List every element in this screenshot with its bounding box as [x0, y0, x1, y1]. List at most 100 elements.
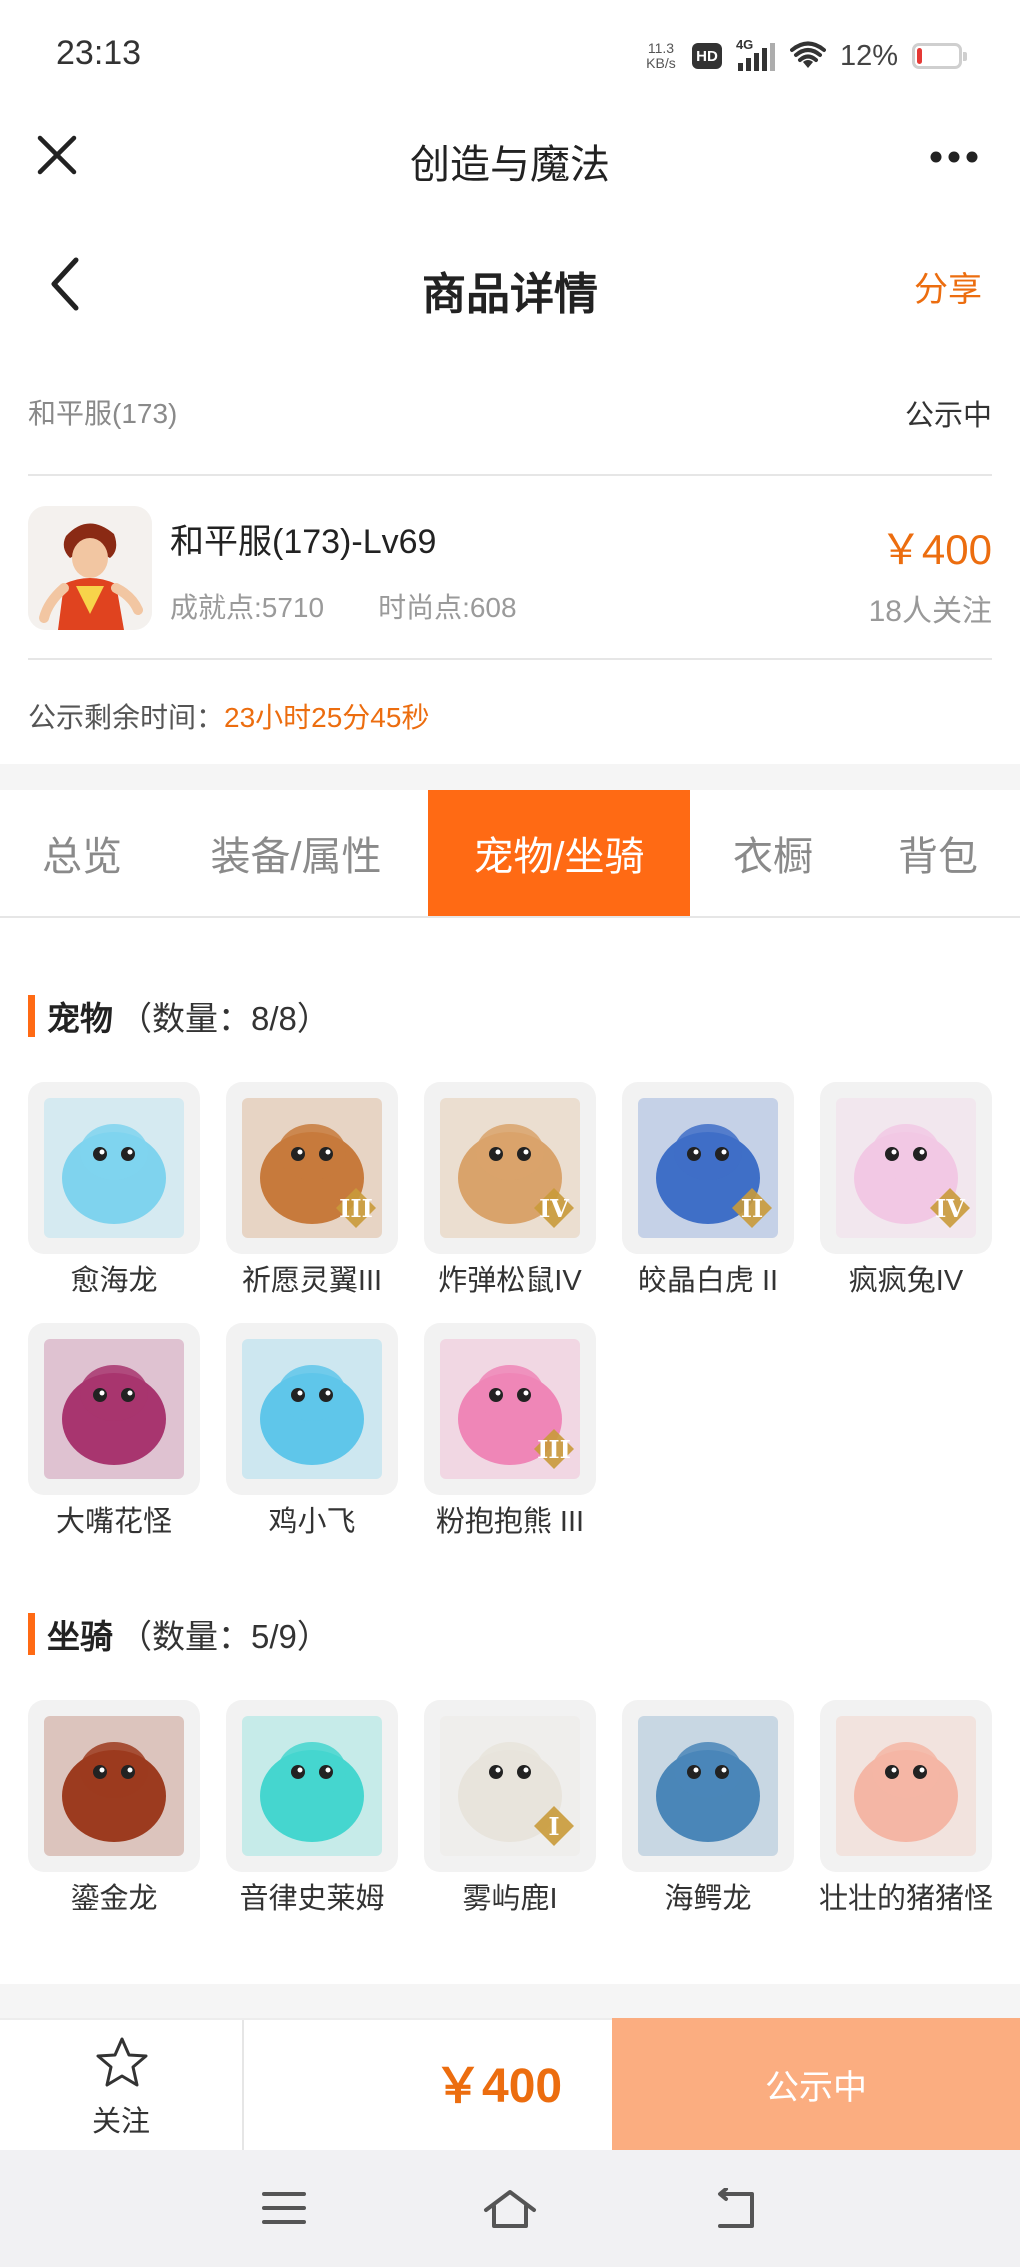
mounts-title: 坐骑 [47, 1618, 113, 1655]
pet-name: 鸡小飞 [268, 1506, 356, 1538]
svg-text:IV: IV [935, 1194, 965, 1223]
more-icon[interactable] [928, 142, 980, 172]
pet-item[interactable]: II 皎晶白虎 II [622, 1082, 794, 1302]
pet-name: 祈愿灵翼III [241, 1265, 383, 1297]
share-button[interactable]: 分享 [914, 262, 982, 311]
status-icons: 11.3 KB/s HD 4G 12% [644, 36, 967, 76]
status-time: 23:13 [56, 34, 142, 72]
tab-pets-mounts[interactable]: 宠物/坐骑 [428, 790, 690, 916]
mount-name: 海鳄龙 [664, 1883, 752, 1915]
pet-thumbnail: III [226, 1082, 398, 1254]
pet-item[interactable]: IV 炸弹松鼠IV [424, 1082, 596, 1302]
countdown: 公示剩余时间：23小时25分45秒 [28, 696, 429, 736]
mount-thumbnail [28, 1700, 200, 1872]
app-bar: 创造与魔法 商品详情 分享 [0, 110, 1020, 319]
pets-section-title: 宠物 （数量：8/8） [28, 994, 330, 1038]
battery-percent: 12% [839, 39, 898, 72]
network-speed: 11.3 KB/s [644, 41, 678, 71]
mount-item[interactable]: 音律史莱姆 [226, 1700, 398, 1920]
mount-thumbnail [226, 1700, 398, 1872]
back-nav-icon[interactable] [712, 2188, 760, 2230]
pet-thumbnail: II [622, 1082, 794, 1254]
svg-text:III: III [339, 1194, 373, 1223]
pet-item[interactable]: III 粉抱抱熊 III [424, 1323, 596, 1543]
follower-count: 18人关注 [868, 595, 992, 628]
tab-overview[interactable]: 总览 [0, 790, 164, 916]
divider [242, 2020, 244, 2150]
mount-thumbnail [622, 1700, 794, 1872]
product-card[interactable]: 和平服(173)-Lv69 成就点:5710 时尚点:608 ￥400 18人关注 [28, 506, 992, 632]
section-gap [0, 764, 1020, 790]
star-icon [96, 2037, 148, 2087]
pet-thumbnail: IV [424, 1082, 596, 1254]
divider [28, 474, 992, 476]
achievement-points: 成就点:5710 [170, 592, 325, 623]
network-type: 4G [735, 37, 754, 52]
battery-level [917, 48, 923, 64]
server-name: 和平服(173) [28, 398, 178, 429]
mount-item[interactable]: 海鳄龙 [622, 1700, 794, 1920]
mount-name: 雾屿鹿I [462, 1883, 558, 1915]
character-avatar [28, 506, 152, 630]
mount-item[interactable]: 壮壮的猪猪怪 [819, 1700, 993, 1920]
menu-icon[interactable] [262, 2188, 306, 2228]
pets-count: （数量：8/8） [119, 1000, 330, 1037]
pet-name: 大嘴花怪 [55, 1506, 172, 1538]
bottom-price: ￥400 [434, 2060, 563, 2113]
svg-text:II: II [741, 1194, 763, 1223]
follow-button[interactable]: 关注 [0, 2020, 242, 2150]
product-price: ￥400 [879, 526, 992, 573]
tab-backpack[interactable]: 背包 [856, 790, 1020, 916]
pet-thumbnail: III [424, 1323, 596, 1495]
status-bar: 23:13 11.3 KB/s HD 4G 12% [0, 0, 1020, 110]
mount-thumbnail [820, 1700, 992, 1872]
network-speed-value: 11.3 [647, 40, 675, 56]
pet-thumbnail [226, 1323, 398, 1495]
fashion-points: 时尚点:608 [378, 592, 517, 623]
pet-item[interactable]: 大嘴花怪 [28, 1323, 200, 1543]
pet-item[interactable]: IV 疯疯兔IV [820, 1082, 992, 1302]
mounts-section-title: 坐骑 （数量：5/9） [28, 1612, 330, 1656]
svg-text:III: III [537, 1435, 571, 1464]
pet-thumbnail: IV [820, 1082, 992, 1254]
pet-name: 皎晶白虎 II [637, 1265, 779, 1297]
product-name: 和平服(173)-Lv69 [170, 523, 437, 561]
section-accent [28, 1613, 35, 1655]
tab-bar: 总览 装备/属性 宠物/坐骑 衣橱 背包 [0, 790, 1020, 918]
app-title: 创造与魔法 [410, 143, 610, 187]
section-accent [28, 995, 35, 1037]
countdown-label: 公示剩余时间： [28, 702, 225, 733]
mounts-count: （数量：5/9） [119, 1618, 330, 1655]
svg-text:I: I [548, 1812, 559, 1841]
mount-thumbnail: I [424, 1700, 596, 1872]
mount-name: 音律史莱姆 [239, 1883, 385, 1915]
wifi-icon [789, 41, 826, 68]
pet-name: 疯疯兔IV [848, 1265, 964, 1297]
pet-thumbnail [28, 1323, 200, 1495]
mount-item[interactable]: I 雾屿鹿I [424, 1700, 596, 1920]
home-icon[interactable] [482, 2188, 538, 2230]
pet-thumbnail [28, 1082, 200, 1254]
product-stats: 成就点:5710 时尚点:608 [170, 586, 517, 626]
battery-icon [912, 43, 967, 69]
tab-equipment[interactable]: 装备/属性 [164, 790, 428, 916]
status-action-button[interactable]: 公示中 [612, 2018, 1020, 2150]
bottom-action-bar: 关注 ￥400 公示中 [0, 2018, 1020, 2150]
hd-icon: HD [691, 43, 722, 69]
mount-name: 壮壮的猪猪怪 [818, 1883, 993, 1915]
server-row: 和平服(173) 公示中 [28, 392, 992, 442]
tab-wardrobe[interactable]: 衣橱 [690, 790, 856, 916]
pet-item[interactable]: III 祈愿灵翼III [226, 1082, 398, 1302]
pet-name: 炸弹松鼠IV [438, 1265, 582, 1297]
system-nav-bar [0, 2150, 1020, 2267]
mount-item[interactable]: 鎏金龙 [28, 1700, 200, 1920]
pet-item[interactable]: 愈海龙 [28, 1082, 200, 1302]
section-gap [0, 1984, 1020, 2018]
countdown-value: 23小时25分45秒 [224, 702, 430, 733]
pets-title: 宠物 [47, 1000, 113, 1037]
mount-name: 鎏金龙 [70, 1883, 158, 1915]
follow-label: 关注 [91, 2106, 150, 2138]
pet-item[interactable]: 鸡小飞 [226, 1323, 398, 1543]
network-speed-unit: KB/s [646, 55, 676, 71]
pet-name: 愈海龙 [70, 1265, 158, 1297]
